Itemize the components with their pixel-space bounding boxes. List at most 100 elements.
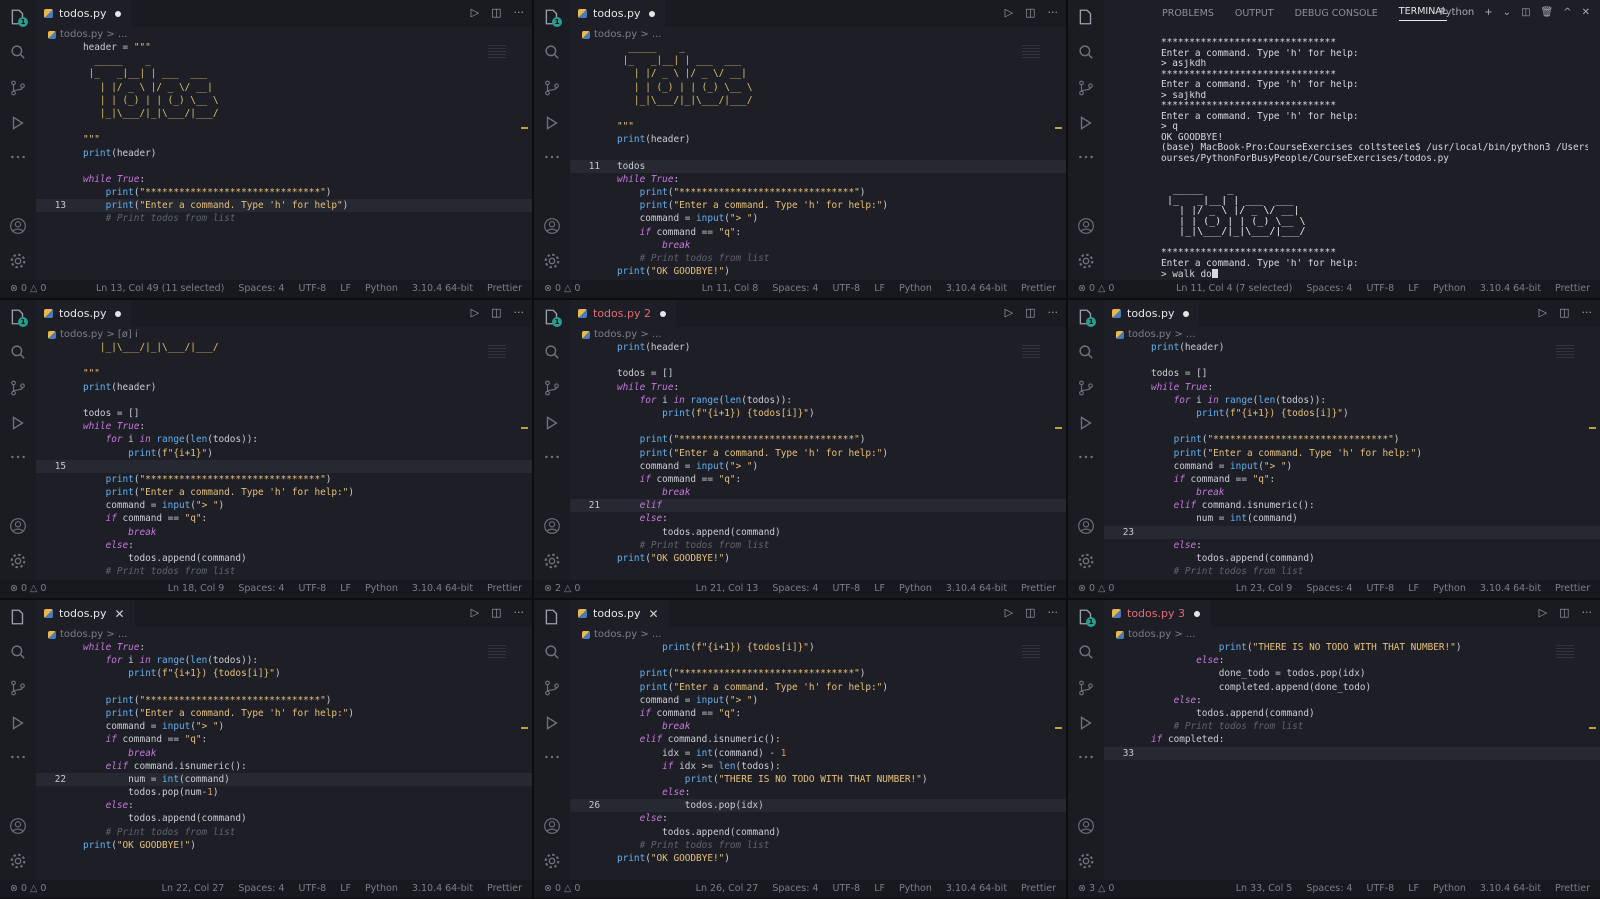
- interpreter-version[interactable]: 3.10.4 64-bit: [1480, 883, 1541, 894]
- run-debug-icon[interactable]: [543, 114, 561, 132]
- run-debug-icon[interactable]: [543, 414, 561, 432]
- encoding[interactable]: UTF-8: [832, 883, 860, 894]
- language-mode[interactable]: Python: [1433, 283, 1466, 294]
- editor-tab[interactable]: todos.py ✕: [36, 600, 135, 627]
- source-control-icon[interactable]: [9, 679, 27, 697]
- search-icon[interactable]: [9, 43, 27, 61]
- breadcrumb[interactable]: todos.py > ...: [48, 29, 127, 40]
- line-ending[interactable]: LF: [1408, 583, 1419, 594]
- line-ending[interactable]: LF: [340, 883, 351, 894]
- run-debug-icon[interactable]: [9, 714, 27, 732]
- more-icon[interactable]: [9, 748, 27, 766]
- more-actions-icon[interactable]: ···: [1582, 306, 1593, 319]
- editor-tab[interactable]: todos.py: [570, 0, 666, 27]
- minimap[interactable]: [1022, 645, 1040, 659]
- cursor-position[interactable]: Ln 23, Col 9: [1236, 583, 1293, 594]
- gear-icon[interactable]: [9, 852, 27, 870]
- source-control-icon[interactable]: [1077, 79, 1095, 97]
- code-editor[interactable]: print(f"{i+1}) {todos[i]}") print("*****…: [570, 641, 1066, 878]
- gear-icon[interactable]: [1077, 552, 1095, 570]
- line-ending[interactable]: LF: [874, 283, 885, 294]
- gear-icon[interactable]: [1077, 252, 1095, 270]
- language-mode[interactable]: Python: [365, 583, 398, 594]
- terminal-output[interactable]: ******************************* Enter a c…: [1161, 38, 1588, 280]
- run-icon[interactable]: ▷: [1005, 606, 1013, 619]
- minimap[interactable]: [488, 45, 506, 59]
- account-icon[interactable]: [1077, 217, 1095, 235]
- scrollbar[interactable]: [521, 341, 528, 576]
- run-debug-icon[interactable]: [1077, 414, 1095, 432]
- split-terminal-icon[interactable]: ◫: [1521, 7, 1530, 18]
- breadcrumb[interactable]: todos.py > ...: [1116, 329, 1195, 340]
- panel-tab-problems[interactable]: PROBLEMS: [1162, 8, 1214, 19]
- line-ending[interactable]: LF: [874, 883, 885, 894]
- formatter[interactable]: Prettier: [1555, 583, 1590, 594]
- split-editor-icon[interactable]: ◫: [1559, 606, 1569, 619]
- gear-icon[interactable]: [9, 252, 27, 270]
- run-debug-icon[interactable]: [1077, 714, 1095, 732]
- interpreter-version[interactable]: 3.10.4 64-bit: [1480, 583, 1541, 594]
- more-actions-icon[interactable]: ···: [1048, 6, 1059, 19]
- problems-count[interactable]: ⊗ 0 △ 0: [1078, 283, 1114, 294]
- editor-tab[interactable]: todos.py: [1104, 300, 1200, 327]
- run-icon[interactable]: ▷: [1005, 6, 1013, 19]
- dropdown-icon[interactable]: ⌄: [1503, 7, 1511, 18]
- more-icon[interactable]: [543, 748, 561, 766]
- split-editor-icon[interactable]: ◫: [491, 606, 501, 619]
- minimap[interactable]: [488, 645, 506, 659]
- indentation[interactable]: Spaces: 4: [238, 283, 284, 294]
- interpreter-version[interactable]: 3.10.4 64-bit: [946, 883, 1007, 894]
- split-editor-icon[interactable]: ◫: [1559, 306, 1569, 319]
- run-icon[interactable]: ▷: [1539, 306, 1547, 319]
- more-actions-icon[interactable]: ···: [514, 306, 525, 319]
- code-editor[interactable]: print(header) todos = [] while True: for i…: [570, 341, 1066, 578]
- code-editor[interactable]: _____ _ |_ _|__| | ___ ___ | |/ _ \ |/ _…: [570, 41, 1066, 278]
- more-icon[interactable]: [1077, 148, 1095, 166]
- more-actions-icon[interactable]: ···: [514, 6, 525, 19]
- search-icon[interactable]: [1077, 343, 1095, 361]
- unsaved-dot-icon[interactable]: [659, 310, 666, 317]
- interpreter-version[interactable]: 3.10.4 64-bit: [412, 283, 473, 294]
- encoding[interactable]: UTF-8: [1366, 883, 1394, 894]
- language-mode[interactable]: Python: [365, 883, 398, 894]
- run-icon[interactable]: ▷: [471, 6, 479, 19]
- language-mode[interactable]: Python: [899, 283, 932, 294]
- close-icon[interactable]: ✕: [1582, 7, 1590, 18]
- run-debug-icon[interactable]: [9, 414, 27, 432]
- code-editor[interactable]: print("THERE IS NO TODO WITH THAT NUMBER…: [1104, 641, 1600, 878]
- close-icon[interactable]: ✕: [114, 607, 124, 621]
- unsaved-dot-icon[interactable]: [115, 310, 122, 317]
- language-mode[interactable]: Python: [899, 583, 932, 594]
- search-icon[interactable]: [543, 643, 561, 661]
- run-icon[interactable]: ▷: [1005, 306, 1013, 319]
- trash-icon[interactable]: 🗑: [1541, 7, 1554, 18]
- gear-icon[interactable]: [543, 552, 561, 570]
- editor-tab[interactable]: todos.py: [36, 0, 132, 27]
- breadcrumb[interactable]: todos.py > [ø] i: [48, 329, 138, 340]
- problems-count[interactable]: ⊗ 0 △ 0: [544, 883, 580, 894]
- new-terminal-icon[interactable]: +: [1484, 7, 1492, 18]
- interpreter-version[interactable]: 3.10.4 64-bit: [412, 883, 473, 894]
- formatter[interactable]: Prettier: [1021, 283, 1056, 294]
- scrollbar[interactable]: [1589, 641, 1596, 876]
- run-icon[interactable]: ▷: [471, 306, 479, 319]
- split-editor-icon[interactable]: ◫: [1025, 306, 1035, 319]
- cursor-position[interactable]: Ln 21, Col 13: [696, 583, 759, 594]
- breadcrumb[interactable]: todos.py > ...: [1116, 629, 1195, 640]
- more-actions-icon[interactable]: ···: [1048, 306, 1059, 319]
- run-debug-icon[interactable]: [1077, 114, 1095, 132]
- problems-count[interactable]: ⊗ 3 △ 0: [1078, 883, 1114, 894]
- minimap[interactable]: [1022, 345, 1040, 359]
- gear-icon[interactable]: [543, 252, 561, 270]
- cursor-position[interactable]: Ln 11, Col 8: [702, 283, 759, 294]
- account-icon[interactable]: [1077, 517, 1095, 535]
- encoding[interactable]: UTF-8: [298, 283, 326, 294]
- search-icon[interactable]: [9, 643, 27, 661]
- interpreter-version[interactable]: 3.10.4 64-bit: [1480, 283, 1541, 294]
- line-ending[interactable]: LF: [1408, 283, 1419, 294]
- gear-icon[interactable]: [543, 852, 561, 870]
- source-control-icon[interactable]: [543, 79, 561, 97]
- minimap[interactable]: [1022, 45, 1040, 59]
- indentation[interactable]: Spaces: 4: [1306, 883, 1352, 894]
- formatter[interactable]: Prettier: [487, 883, 522, 894]
